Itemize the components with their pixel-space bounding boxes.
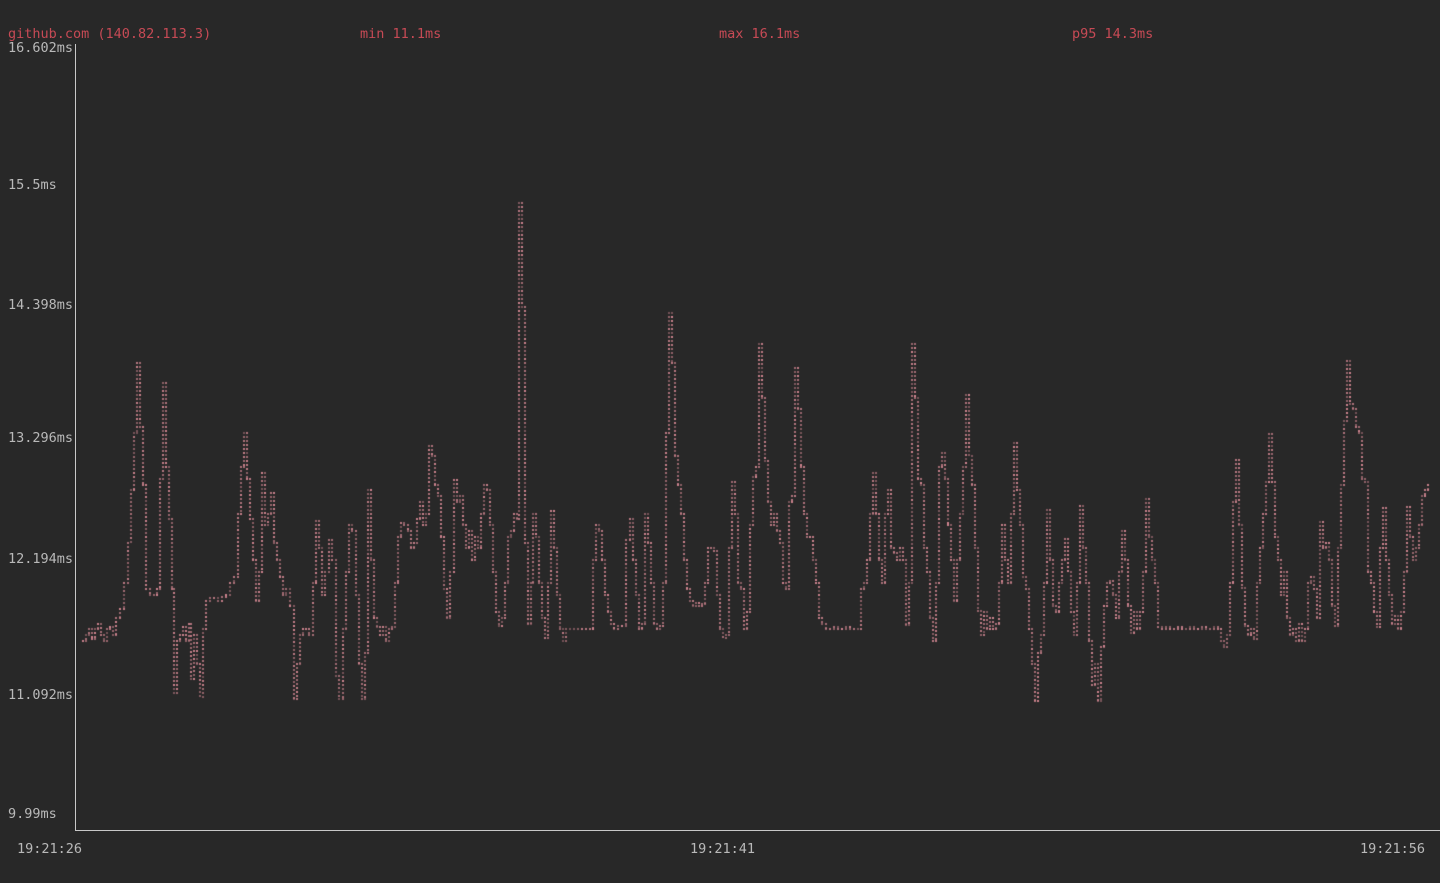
stat-min: min 11.1ms <box>360 27 441 42</box>
y-tick-12-194: 12.194ms <box>8 552 73 567</box>
gping-terminal-screen: github.com (140.82.113.3) min 11.1ms max… <box>0 0 1440 883</box>
y-tick-15-5: 15.5ms <box>8 178 57 193</box>
x-axis-line <box>75 830 1440 831</box>
x-tick-middle: 19:21:41 <box>690 842 755 857</box>
stat-max: max 16.1ms <box>719 27 800 42</box>
y-tick-9-99: 9.99ms <box>8 807 57 822</box>
latency-chart-canvas <box>0 0 1440 883</box>
stat-p95: p95 14.3ms <box>1072 27 1153 42</box>
x-tick-start: 19:21:26 <box>17 842 82 857</box>
y-tick-11-092: 11.092ms <box>8 688 73 703</box>
y-tick-14-398: 14.398ms <box>8 298 73 313</box>
x-tick-end: 19:21:56 <box>1360 842 1425 857</box>
y-tick-16-602: 16.602ms <box>8 41 73 56</box>
y-tick-13-296: 13.296ms <box>8 431 73 446</box>
y-axis-line <box>75 44 76 830</box>
